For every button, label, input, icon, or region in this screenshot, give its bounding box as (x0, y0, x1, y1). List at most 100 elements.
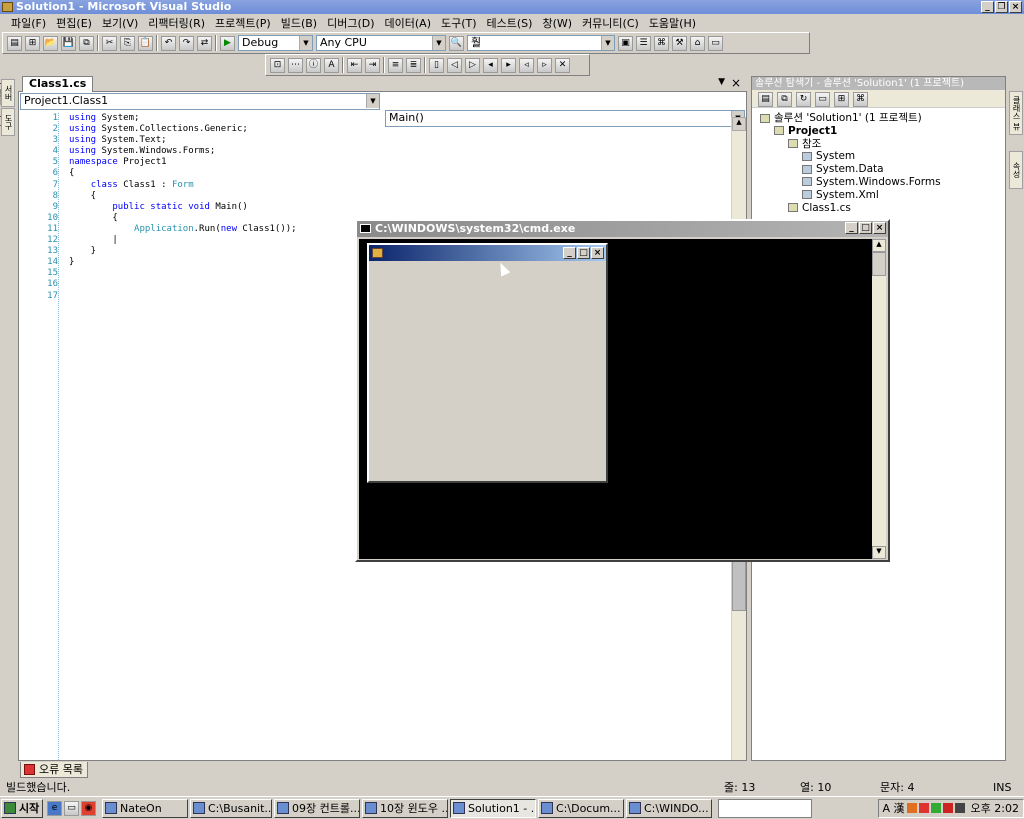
uncomment-icon[interactable]: ≣ (406, 57, 421, 73)
prev-bookmark-icon[interactable]: ◁ (447, 57, 462, 73)
menu-item-10[interactable]: 창(W) (537, 15, 577, 31)
tab-class1-cs[interactable]: Class1.cs (22, 76, 94, 92)
close-button[interactable]: × (1009, 1, 1022, 13)
solution-explorer-icon[interactable]: ▣ (618, 35, 633, 51)
comment-icon[interactable]: ≡ (388, 57, 403, 73)
menu-item-8[interactable]: 도구(T) (436, 15, 482, 31)
ime-icon[interactable]: A 漢 (883, 800, 905, 816)
menu-item-12[interactable]: 도움말(H) (644, 15, 701, 31)
properties-icon[interactable]: ▤ (758, 92, 773, 107)
menu-item-2[interactable]: 보기(V) (97, 15, 143, 31)
code-line[interactable]: { (59, 191, 709, 202)
view-designer-icon[interactable]: ⊞ (834, 92, 849, 107)
menu-item-11[interactable]: 커뮤니티(C) (577, 15, 644, 31)
taskbar-button[interactable]: 09장 컨트롤... (274, 798, 360, 818)
taskbar-button[interactable]: 10장 윈도우 ... (362, 798, 448, 818)
open-file-icon[interactable]: 📂 (43, 35, 58, 51)
properties-tab[interactable]: 속성 (1009, 151, 1023, 189)
paste-icon[interactable]: 📋 (138, 35, 153, 51)
undo-icon[interactable]: ↶ (161, 35, 176, 51)
add-item-icon[interactable]: ⊞ (25, 35, 40, 51)
bookmark-icon[interactable]: ▯ (429, 57, 444, 73)
tray-icon-2[interactable] (918, 803, 929, 813)
navigate-icon[interactable]: ⇄ (197, 35, 212, 51)
find-icon[interactable]: 🔍 (449, 35, 464, 51)
code-line[interactable]: class Class1 : Form (59, 180, 709, 191)
menu-item-0[interactable]: 파일(F) (6, 15, 51, 31)
complete-word-icon[interactable]: A (324, 57, 339, 73)
show-desktop-icon[interactable]: ▭ (64, 800, 79, 816)
form-title-bar[interactable]: _ □ × (369, 245, 606, 261)
cmd-title-bar[interactable]: C:\WINDOWS\system32\cmd.exe _ □ × (357, 221, 888, 237)
display-object-icon[interactable]: ⊡ (270, 57, 285, 73)
properties-icon[interactable]: ☰ (636, 35, 651, 51)
tray-icon-3[interactable] (930, 803, 941, 813)
toolbox-tab[interactable]: 도구 상자 (0, 108, 15, 136)
view-code-icon[interactable]: ▭ (815, 92, 830, 107)
tree-item[interactable]: System.Xml (760, 189, 1005, 202)
tree-item[interactable]: System.Data (760, 163, 1005, 176)
menu-item-6[interactable]: 디버그(D) (322, 15, 379, 31)
toolbox-icon[interactable]: ⚒ (672, 35, 687, 51)
parameter-info-icon[interactable]: ⋯ (288, 57, 303, 73)
server-explorer-tab[interactable]: 서버 탐색기 (0, 79, 15, 107)
code-line[interactable]: namespace Project1 (59, 157, 709, 168)
restore-button[interactable]: ❐ (995, 1, 1008, 13)
show-all-files-icon[interactable]: ⧉ (777, 92, 792, 107)
cmd-maximize-button[interactable]: □ (859, 222, 872, 234)
find-combo[interactable]: 훨 ▼ (467, 35, 615, 51)
code-line[interactable]: using System.Text; (59, 135, 709, 146)
tree-item[interactable]: System.Windows.Forms (760, 176, 1005, 189)
menu-item-1[interactable]: 편집(E) (51, 15, 97, 31)
clear-bookmarks-icon[interactable]: ✕ (555, 57, 570, 73)
tree-item[interactable]: 솔루션 'Solution1' (1 프로젝트) (760, 112, 1005, 125)
quick-info-icon[interactable]: ⓘ (306, 57, 321, 73)
form-maximize-button[interactable]: □ (577, 247, 590, 259)
tab-dropdown-icon[interactable]: ▼ (718, 77, 725, 87)
form-minimize-button[interactable]: _ (563, 247, 576, 259)
close-document-icon[interactable]: × (731, 76, 741, 90)
form-window[interactable]: _ □ × (367, 243, 608, 483)
class-view-tab[interactable]: 클래스 뷰 (1009, 91, 1023, 135)
class-combo[interactable]: Project1.Class1 ▼ (20, 93, 380, 110)
redo-icon[interactable]: ↷ (179, 35, 194, 51)
tray-icon-5[interactable] (954, 803, 965, 813)
tree-item[interactable]: System (760, 150, 1005, 163)
taskbar-button[interactable]: Solution1 - ... (450, 798, 536, 818)
form-close-button[interactable]: × (591, 247, 604, 259)
menu-item-3[interactable]: 리팩터링(R) (143, 15, 210, 31)
tree-item[interactable]: Project1 (760, 125, 1005, 138)
menu-item-7[interactable]: 데이터(A) (380, 15, 436, 31)
cmd-scrollbar[interactable]: ▲ ▼ (872, 239, 886, 559)
code-line[interactable]: using System; (59, 113, 709, 124)
minimize-button[interactable]: _ (981, 1, 994, 13)
code-line[interactable]: public static void Main() (59, 202, 709, 213)
start-button[interactable]: 시작 (1, 798, 43, 818)
outdent-icon[interactable]: ⇤ (347, 57, 362, 73)
cmd-close-button[interactable]: × (873, 222, 886, 234)
prev-bookmark-doc-icon[interactable]: ◃ (519, 57, 534, 73)
next-bookmark-folder-icon[interactable]: ▸ (501, 57, 516, 73)
save-icon[interactable]: 💾 (61, 35, 76, 51)
tree-item[interactable]: 참조 (760, 138, 1005, 151)
indent-icon[interactable]: ⇥ (365, 57, 380, 73)
object-browser-icon[interactable]: ⌘ (654, 35, 669, 51)
menu-item-9[interactable]: 테스트(S) (482, 15, 538, 31)
start-page-icon[interactable]: ⌂ (690, 35, 705, 51)
next-bookmark-icon[interactable]: ▷ (465, 57, 480, 73)
tray-icon-4[interactable] (942, 803, 953, 813)
code-line[interactable]: using System.Collections.Generic; (59, 124, 709, 135)
prev-bookmark-folder-icon[interactable]: ◂ (483, 57, 498, 73)
save-all-icon[interactable]: ⧉ (79, 35, 94, 51)
ie-icon[interactable]: e (47, 800, 62, 816)
tray-icon-1[interactable] (906, 803, 917, 813)
menu-item-5[interactable]: 빌드(B) (276, 15, 322, 31)
cmd-minimize-button[interactable]: _ (845, 222, 858, 234)
refresh-icon[interactable]: ↻ (796, 92, 811, 107)
copy-icon[interactable]: ⎘ (120, 35, 135, 51)
next-bookmark-doc-icon[interactable]: ▹ (537, 57, 552, 73)
class-diagram-icon[interactable]: ⌘ (853, 92, 868, 107)
code-line[interactable]: using System.Windows.Forms; (59, 146, 709, 157)
taskbar-button[interactable]: C:\WINDO... (626, 798, 712, 818)
start-debugging-icon[interactable]: ▶ (220, 35, 235, 51)
